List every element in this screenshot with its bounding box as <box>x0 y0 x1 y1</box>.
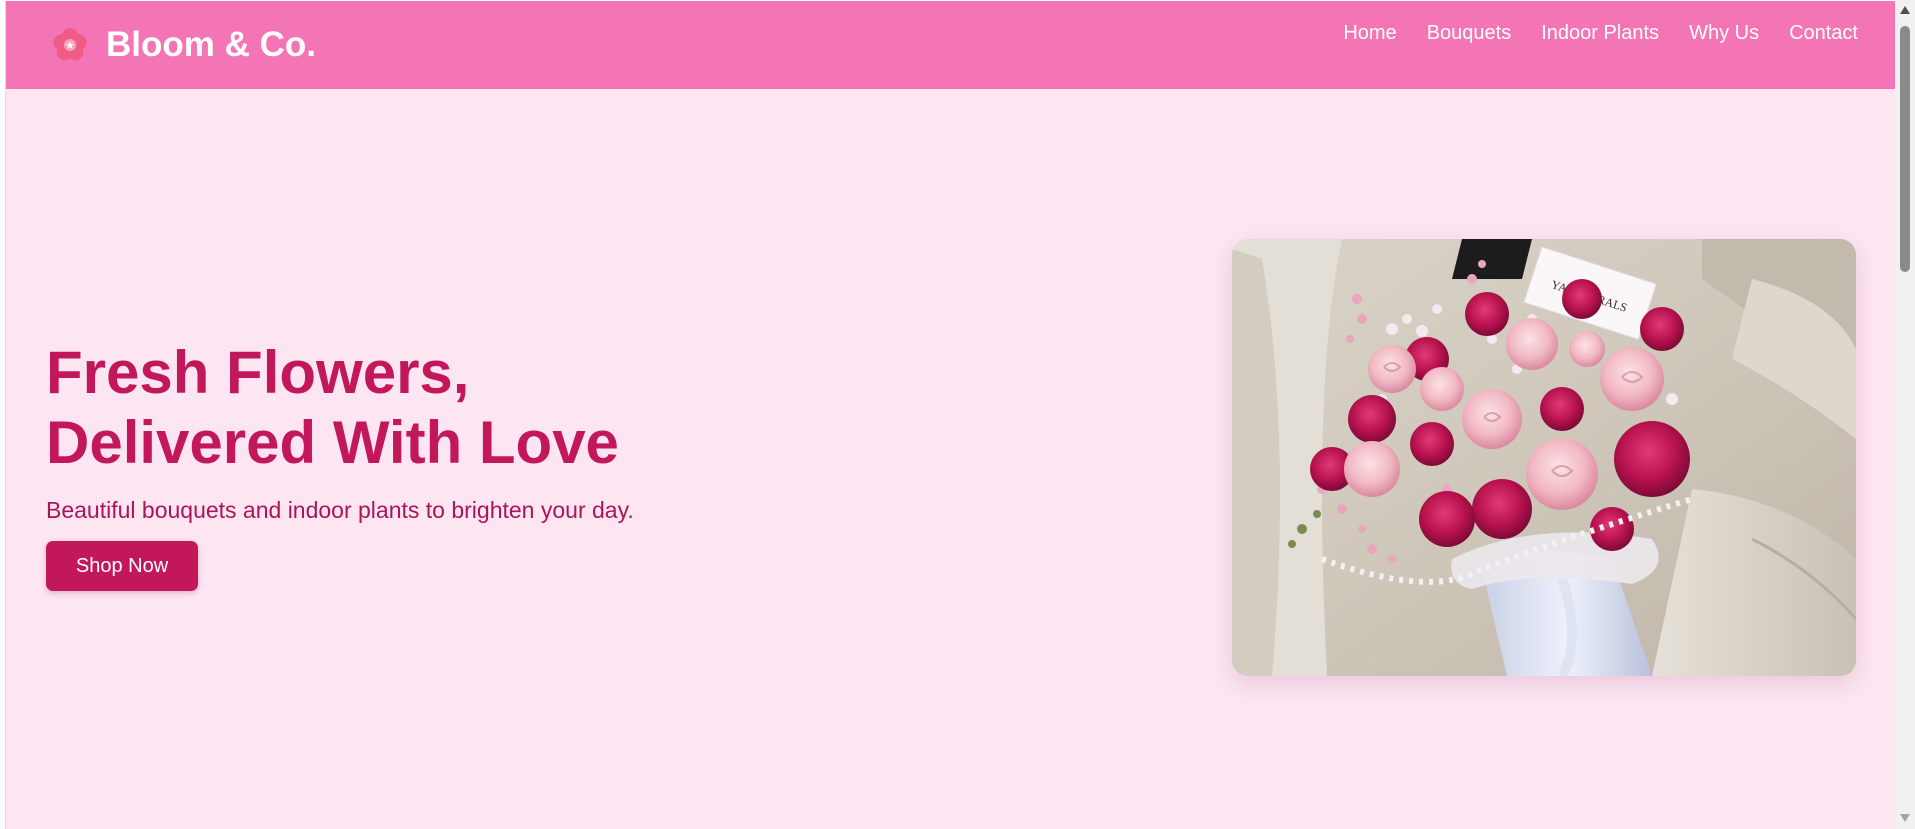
hero-title-line-2: Delivered With Love <box>46 409 619 476</box>
cherry-blossom-icon <box>50 25 90 65</box>
page: Bloom & Co. Home Bouquets Indoor Plants … <box>5 1 1896 829</box>
hero-text: Fresh Flowers, Delivered With Love Beaut… <box>46 338 846 524</box>
top-navbar: Bloom & Co. Home Bouquets Indoor Plants … <box>6 1 1896 89</box>
shop-now-button[interactable]: Shop Now <box>46 541 198 591</box>
scroll-up-arrow-icon[interactable] <box>1900 6 1910 14</box>
nav-link-indoor-plants[interactable]: Indoor Plants <box>1541 21 1659 45</box>
main-nav: Home Bouquets Indoor Plants Why Us Conta… <box>1343 21 1858 45</box>
hero-title-line-1: Fresh Flowers, <box>46 339 470 406</box>
hero-title: Fresh Flowers, Delivered With Love <box>46 338 846 478</box>
nav-link-contact[interactable]: Contact <box>1789 21 1858 45</box>
nav-link-bouquets[interactable]: Bouquets <box>1427 21 1512 45</box>
scrollbar-thumb[interactable] <box>1900 26 1910 272</box>
hero-bouquet-image: YAS FLORALS <box>1232 239 1856 676</box>
nav-link-home[interactable]: Home <box>1343 21 1396 45</box>
brand[interactable]: Bloom & Co. <box>50 25 316 65</box>
hero-subtitle: Beautiful bouquets and indoor plants to … <box>46 497 634 523</box>
nav-link-why-us[interactable]: Why Us <box>1689 21 1759 45</box>
brand-name: Bloom & Co. <box>106 25 316 64</box>
vertical-scrollbar[interactable] <box>1895 0 1915 829</box>
scroll-down-arrow-icon[interactable] <box>1900 814 1910 822</box>
